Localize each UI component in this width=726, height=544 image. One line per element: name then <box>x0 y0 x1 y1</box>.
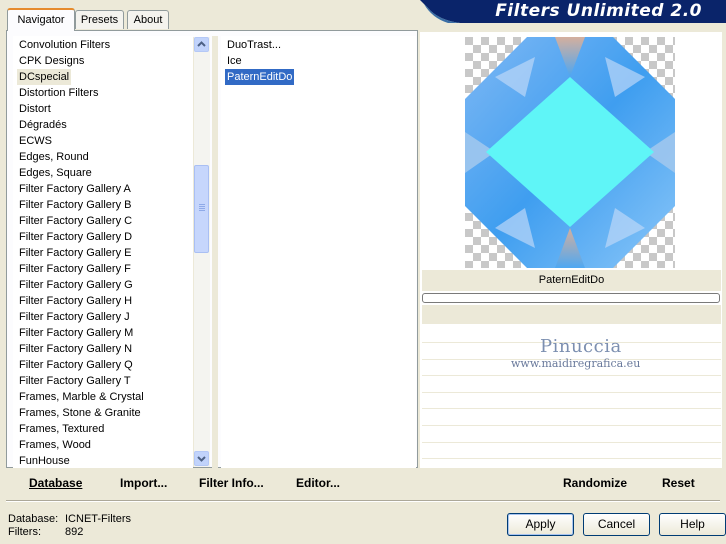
category-item[interactable]: Filter Factory Gallery Q <box>17 357 135 373</box>
watermark-site: www.maidiregrafica.eu <box>511 357 641 370</box>
tab-about[interactable]: About <box>127 10 169 29</box>
parameter-row-divider <box>422 425 721 426</box>
tab-presets-label: Presets <box>80 14 119 26</box>
randomize-button[interactable]: Randomize <box>563 476 627 490</box>
database-button[interactable]: Database <box>29 476 82 490</box>
filter-info-button[interactable]: Filter Info... <box>199 476 264 490</box>
preview-filter-name: PaternEditDo <box>538 274 605 286</box>
filter-item[interactable]: DuoTrast... <box>225 37 283 53</box>
category-item[interactable]: Filter Factory Gallery A <box>17 181 133 197</box>
category-item[interactable]: Edges, Square <box>17 165 94 181</box>
category-item[interactable]: Frames, Marble & Crystal <box>17 389 146 405</box>
category-item[interactable]: Filter Factory Gallery E <box>17 245 133 261</box>
category-list[interactable]: Convolution Filters CPK Designs DCspecial D… <box>13 36 193 468</box>
category-item[interactable]: Frames, Textured <box>17 421 106 437</box>
category-item[interactable]: Filter Factory Gallery G <box>17 277 135 293</box>
category-item[interactable]: Distort <box>17 101 53 117</box>
chevron-down-icon <box>197 456 206 462</box>
category-item[interactable]: Frames, Wood <box>17 437 93 453</box>
filter-list[interactable]: DuoTrast... Ice PaternEditDo <box>221 36 416 468</box>
cancel-button[interactable]: Cancel <box>583 513 650 536</box>
parameter-area-header <box>422 305 721 324</box>
apply-button[interactable]: Apply <box>507 513 574 536</box>
status-filters-value: 892 <box>65 526 84 538</box>
reset-button[interactable]: Reset <box>662 476 695 490</box>
chevron-up-icon <box>197 41 206 47</box>
category-item[interactable]: Filter Factory Gallery M <box>17 325 135 341</box>
category-item[interactable]: Distortion Filters <box>17 85 100 101</box>
category-item[interactable]: Filter Factory Gallery F <box>17 261 133 277</box>
scroll-up-button[interactable] <box>194 37 209 52</box>
category-item[interactable]: Frames, Stone & Granite <box>17 405 143 421</box>
watermark-name: Pinuccia <box>540 336 622 357</box>
category-item[interactable]: DCspecial <box>17 69 72 85</box>
category-item[interactable]: Filter Factory Gallery T <box>17 373 133 389</box>
scroll-down-button[interactable] <box>194 451 209 466</box>
filter-item[interactable]: Ice <box>225 53 244 69</box>
list-divider <box>212 36 218 468</box>
app-banner: Filters Unlimited 2.0 <box>420 0 726 23</box>
filter-item[interactable]: PaternEditDo <box>225 69 295 85</box>
tab-navigator-label: Navigator <box>17 14 65 26</box>
parameter-row-divider <box>422 375 721 377</box>
progress-bar <box>422 293 720 303</box>
category-item[interactable]: FunHouse <box>17 453 72 468</box>
category-item[interactable]: Dégradés <box>17 117 69 133</box>
category-item[interactable]: Filter Factory Gallery N <box>17 341 134 357</box>
banner-title: Filters Unlimited 2.0 <box>495 1 702 21</box>
preview-image <box>465 37 675 268</box>
tab-about-label: About <box>133 14 163 26</box>
preview-name-bar: PaternEditDo <box>422 270 721 291</box>
category-item[interactable]: Edges, Round <box>17 149 91 165</box>
parameter-row-divider <box>422 458 721 460</box>
editor-button[interactable]: Editor... <box>296 476 340 490</box>
scroll-thumb[interactable] <box>194 165 209 253</box>
category-item[interactable]: Filter Factory Gallery H <box>17 293 134 309</box>
bottom-separator <box>6 500 720 501</box>
status-database-label: Database: <box>8 513 59 525</box>
category-item[interactable]: Filter Factory Gallery B <box>17 197 133 213</box>
category-item[interactable]: Filter Factory Gallery J <box>17 309 132 325</box>
category-item[interactable]: Filter Factory Gallery D <box>17 229 134 245</box>
category-item[interactable]: CPK Designs <box>17 53 86 69</box>
parameter-row-divider <box>422 391 721 393</box>
category-scrollbar[interactable] <box>193 37 210 467</box>
category-item[interactable]: Filter Factory Gallery C <box>17 213 134 229</box>
import-button[interactable]: Import... <box>120 476 167 490</box>
category-item[interactable]: Convolution Filters <box>17 37 112 53</box>
preview-graphic <box>465 37 675 268</box>
tab-presets[interactable]: Presets <box>75 10 124 29</box>
parameter-row-divider <box>422 441 721 443</box>
help-button[interactable]: Help <box>659 513 726 536</box>
status-filters-label: Filters: <box>8 526 41 538</box>
parameter-row-divider <box>422 408 721 410</box>
category-item[interactable]: ECWS <box>17 133 54 149</box>
tab-navigator[interactable]: Navigator <box>7 8 75 31</box>
status-database-value: ICNET-Filters <box>65 513 131 525</box>
